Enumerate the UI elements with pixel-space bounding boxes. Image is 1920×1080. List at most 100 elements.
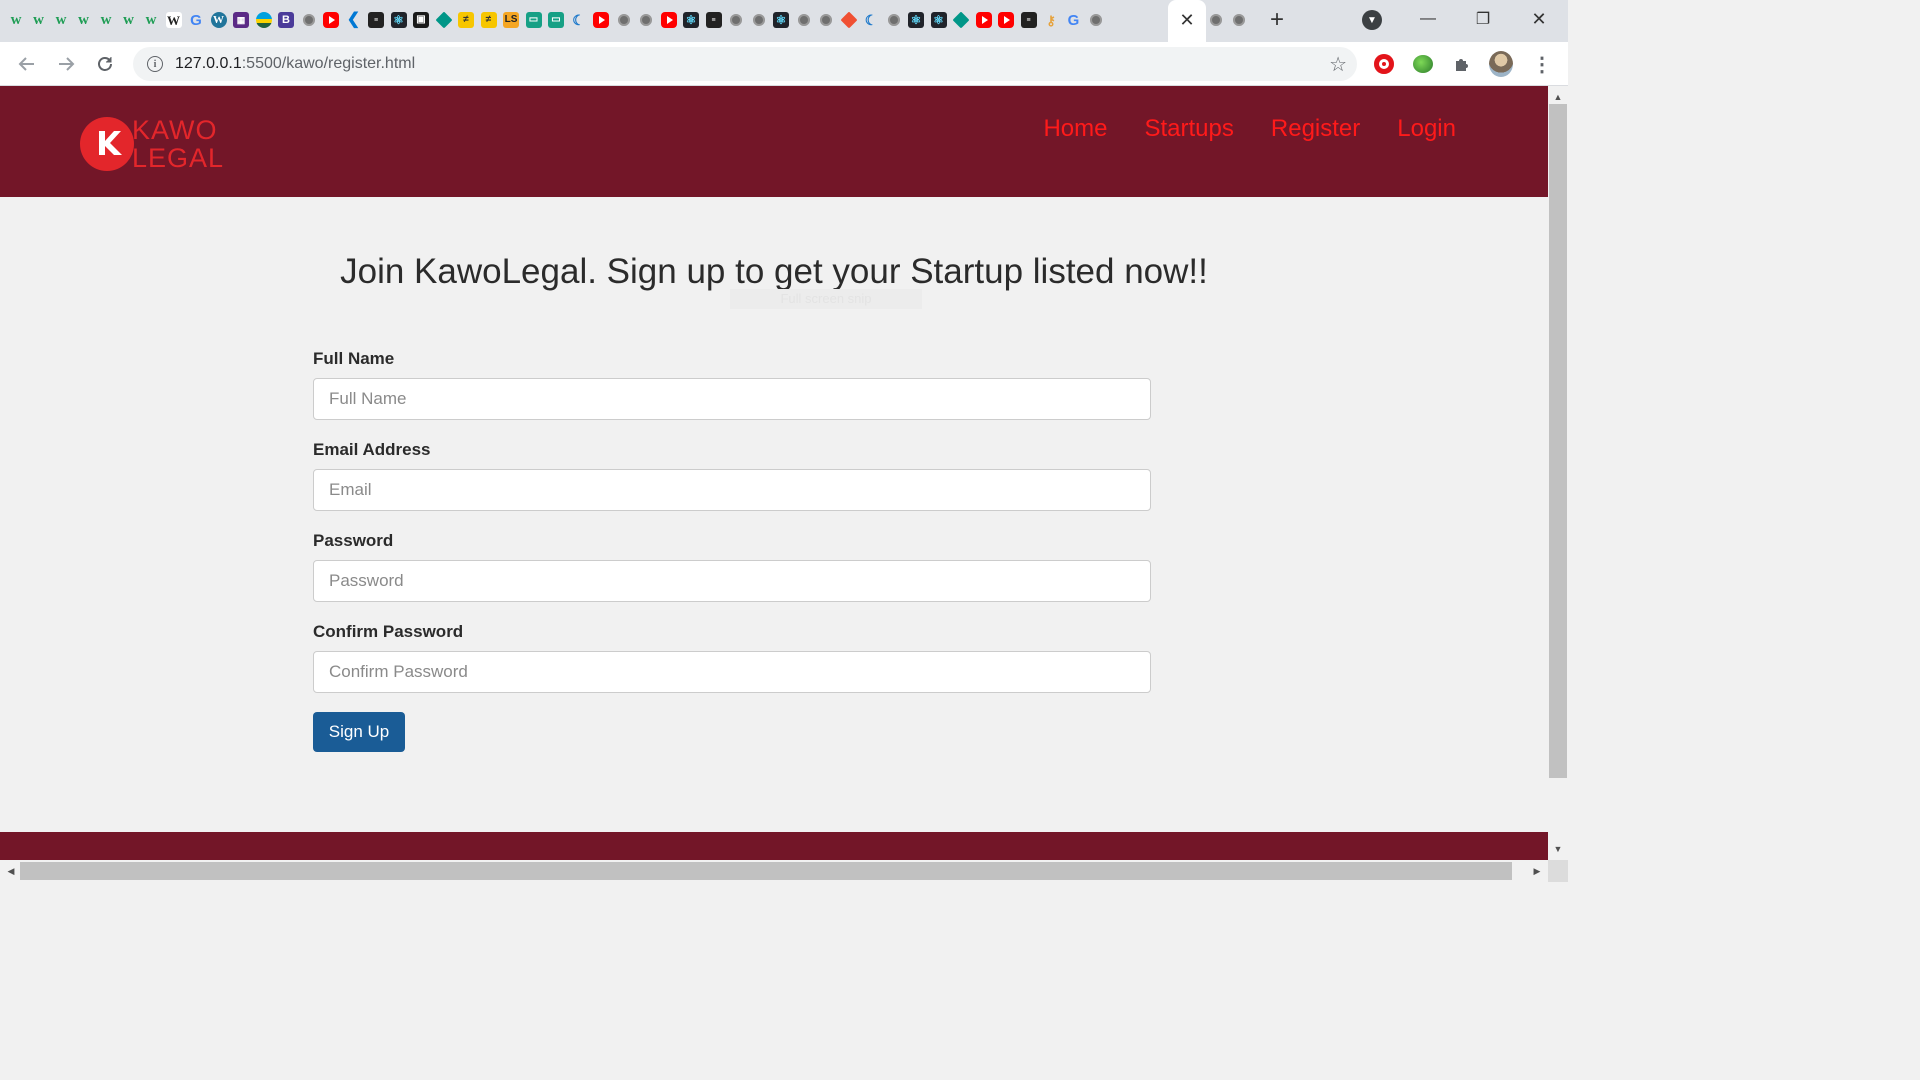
nav-login[interactable]: Login <box>1397 115 1456 143</box>
yellow-site-icon[interactable]: ≠ <box>480 12 497 28</box>
bookmark-star-icon[interactable]: ☆ <box>1329 52 1347 77</box>
dark-site-icon[interactable]: ≡ <box>368 12 384 28</box>
minimize-button[interactable]: — <box>1408 4 1448 34</box>
main-nav: Home Startups Register Login <box>1006 115 1456 143</box>
youtube-icon[interactable] <box>323 12 339 28</box>
tab-search-icon[interactable]: ▼ <box>1362 10 1382 30</box>
globe-icon[interactable] <box>615 12 632 28</box>
forward-arrow-icon[interactable] <box>52 50 80 78</box>
w-icon[interactable]: w <box>31 12 47 28</box>
moon-icon[interactable]: ☾ <box>571 12 587 28</box>
sign-up-button[interactable]: Sign Up <box>313 712 405 752</box>
nav-startups[interactable]: Startups <box>1145 115 1234 143</box>
react-icon[interactable]: ⚛ <box>930 12 947 28</box>
react-icon[interactable]: ⚛ <box>390 12 407 28</box>
kawo-legal-logo[interactable]: KAWO LEGAL <box>80 116 230 172</box>
window-close-button[interactable]: ✕ <box>1519 4 1559 34</box>
full-name-input[interactable] <box>313 378 1151 420</box>
tab-icon-list: w w w w w w w W G W ▦ B ❮ ≡ ⚛ ▣ ≠ ≠ LS ▭ ▭ ☾ ⚛ ≡ ⚛ ☾ ⚛ ⚛ ≡ ⚷ G <box>8 9 1168 31</box>
full-name-label: Full Name <box>313 349 395 368</box>
horizontal-scroll-thumb[interactable] <box>20 862 1512 880</box>
password-input[interactable] <box>313 560 1151 602</box>
w-icon[interactable]: w <box>76 12 92 28</box>
back-arrow-icon[interactable] <box>13 50 41 78</box>
tab-strip: w w w w w w w W G W ▦ B ❮ ≡ ⚛ ▣ ≠ ≠ LS ▭ ▭ ☾ ⚛ ≡ ⚛ ☾ ⚛ ⚛ ≡ ⚷ G ✕ + ▼ —… <box>0 0 1568 42</box>
close-tab-icon[interactable]: ✕ <box>1176 9 1198 31</box>
ls-icon[interactable]: LS <box>503 12 519 28</box>
globe-icon[interactable] <box>1088 12 1104 28</box>
dark-site-icon[interactable]: ≡ <box>705 12 722 28</box>
w-icon[interactable]: w <box>8 12 24 28</box>
globe-icon[interactable] <box>728 12 744 28</box>
idm-extension-icon[interactable] <box>1411 52 1435 76</box>
google-icon[interactable]: G <box>188 12 204 28</box>
trailing-tab-icons <box>1208 12 1253 28</box>
globe-icon[interactable] <box>750 12 767 28</box>
youtube-icon[interactable] <box>660 12 677 28</box>
profile-avatar[interactable] <box>1489 51 1513 77</box>
site-header: KAWO LEGAL Home Startups Register Login <box>0 86 1548 197</box>
key-icon[interactable]: ⚷ <box>1043 12 1059 28</box>
w-icon[interactable]: w <box>53 12 69 28</box>
teal-site-icon[interactable]: ▭ <box>548 12 564 28</box>
grid-icon[interactable]: ▦ <box>233 12 249 28</box>
globe-icon[interactable] <box>795 12 812 28</box>
site-info-icon[interactable]: i <box>147 56 163 72</box>
nav-home[interactable]: Home <box>1043 115 1107 143</box>
reload-icon[interactable] <box>91 50 119 78</box>
scroll-left-arrow-icon[interactable]: ◀ <box>2 862 20 880</box>
browser-menu-icon[interactable]: ⋮ <box>1530 52 1554 76</box>
email-input[interactable] <box>313 469 1151 511</box>
youtube-icon[interactable] <box>998 12 1014 28</box>
yellow-site-icon[interactable]: ≠ <box>458 12 474 28</box>
new-tab-button[interactable]: + <box>1264 6 1290 33</box>
vscode-icon[interactable]: ❮ <box>346 12 362 28</box>
extensions-puzzle-icon[interactable] <box>1450 52 1474 76</box>
confirm-password-group: Confirm Password <box>313 621 1151 693</box>
email-group: Email Address <box>313 439 1151 511</box>
react-icon[interactable]: ⚛ <box>773 12 789 28</box>
scrollbar-corner <box>1548 860 1568 882</box>
browser-toolbar: i 127.0.0.1:5500/kawo/register.html ☆ <box>0 42 1568 86</box>
green-diamond-icon[interactable] <box>952 11 970 29</box>
scroll-down-arrow-icon[interactable]: ▼ <box>1548 840 1568 858</box>
globe-icon[interactable] <box>885 12 902 28</box>
globe-icon[interactable] <box>300 12 317 28</box>
flag-icon[interactable] <box>255 12 272 28</box>
youtube-icon[interactable] <box>593 12 609 28</box>
snip-overlay-text: Full screen snip <box>730 289 922 309</box>
w-icon[interactable]: w <box>98 12 114 28</box>
globe-icon[interactable] <box>638 12 654 28</box>
address-bar[interactable]: i 127.0.0.1:5500/kawo/register.html ☆ <box>133 47 1357 81</box>
wordpress-icon[interactable]: W <box>210 12 227 28</box>
confirm-password-input[interactable] <box>313 651 1151 693</box>
url-text[interactable]: 127.0.0.1:5500/kawo/register.html <box>175 55 415 73</box>
google-icon[interactable]: G <box>1066 12 1082 28</box>
react-icon[interactable]: ⚛ <box>683 12 699 28</box>
dark-site-icon[interactable]: ≡ <box>1020 12 1037 28</box>
nav-register[interactable]: Register <box>1271 115 1360 143</box>
restore-button[interactable]: ❐ <box>1463 4 1503 34</box>
scroll-right-arrow-icon[interactable]: ▶ <box>1528 862 1546 880</box>
vertical-scroll-thumb[interactable] <box>1549 104 1567 778</box>
email-label: Email Address <box>313 440 431 459</box>
password-label: Password <box>313 531 394 550</box>
save-icon[interactable]: ▣ <box>413 12 429 28</box>
confirm-password-label: Confirm Password <box>313 622 464 641</box>
youtube-icon[interactable] <box>975 12 992 28</box>
site-footer <box>0 832 1548 860</box>
b-icon[interactable]: B <box>278 12 294 28</box>
password-group: Password <box>313 530 1151 602</box>
globe-icon[interactable] <box>1230 12 1247 28</box>
wikipedia-icon[interactable]: W <box>165 12 182 28</box>
w-icon[interactable]: w <box>143 12 159 28</box>
globe-icon[interactable] <box>1208 12 1224 28</box>
globe-icon[interactable] <box>818 12 834 28</box>
green-diamond-icon[interactable] <box>435 11 452 29</box>
react-icon[interactable]: ⚛ <box>908 12 924 28</box>
moon-icon[interactable]: ☾ <box>863 12 879 28</box>
w-icon[interactable]: w <box>121 12 137 28</box>
orange-diamond-icon[interactable] <box>840 11 857 29</box>
opera-adblock-icon[interactable] <box>1372 52 1396 76</box>
teal-site-icon[interactable]: ▭ <box>525 12 542 28</box>
